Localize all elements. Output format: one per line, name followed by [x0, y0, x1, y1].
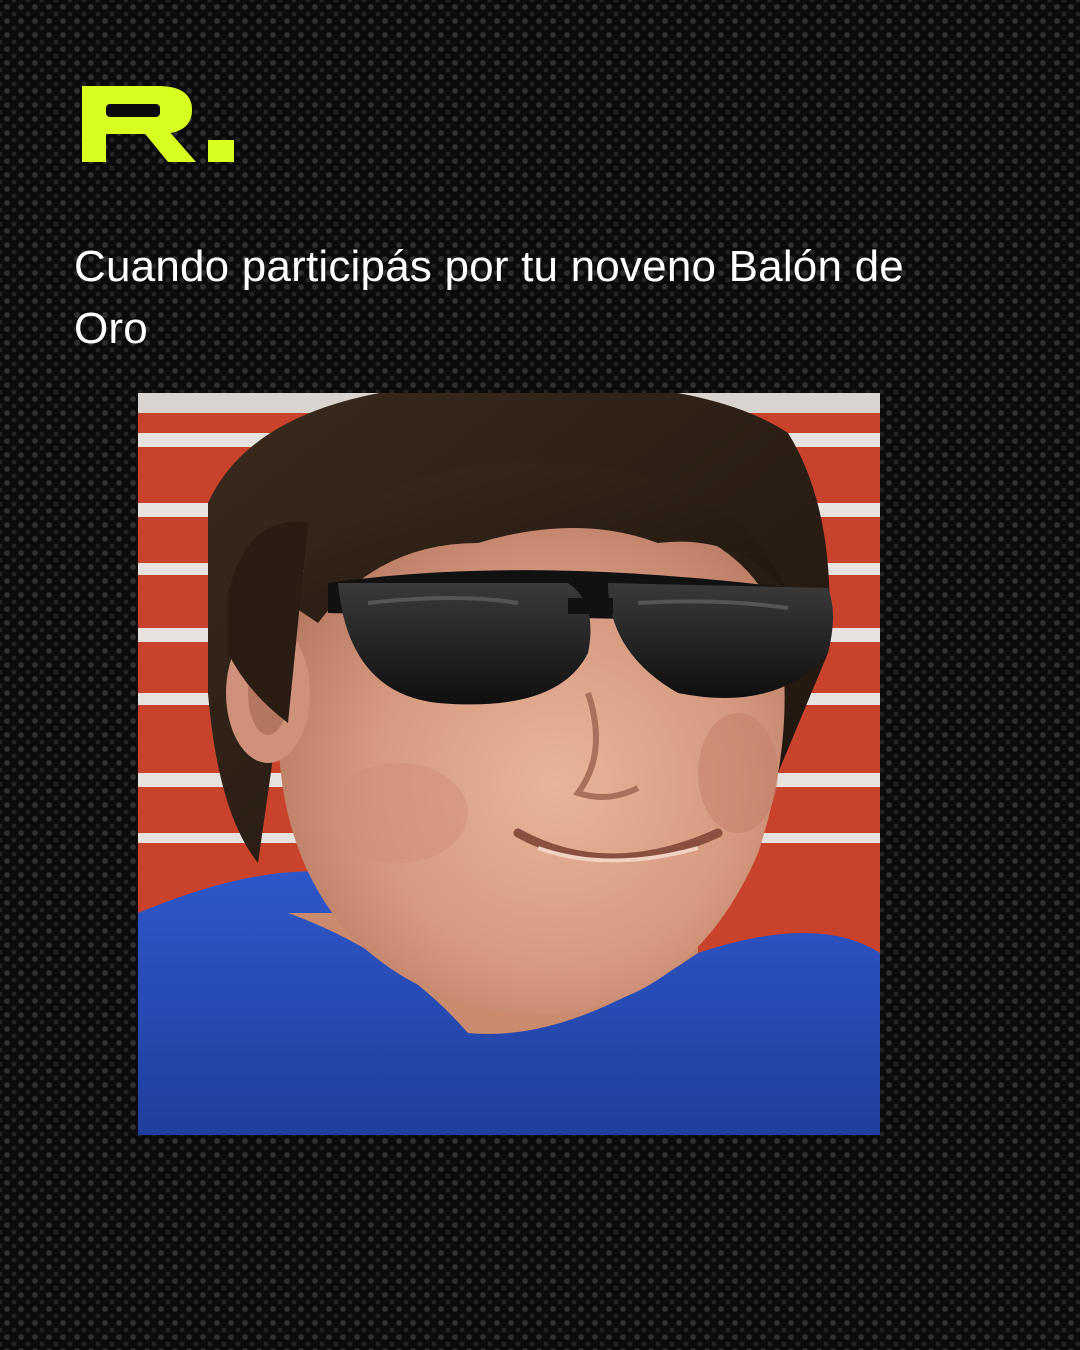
brand-logo	[82, 86, 234, 162]
meme-photo	[138, 393, 880, 1135]
post-caption: Cuando participás por tu noveno Balón de…	[74, 242, 904, 353]
logo-dot	[208, 140, 234, 162]
